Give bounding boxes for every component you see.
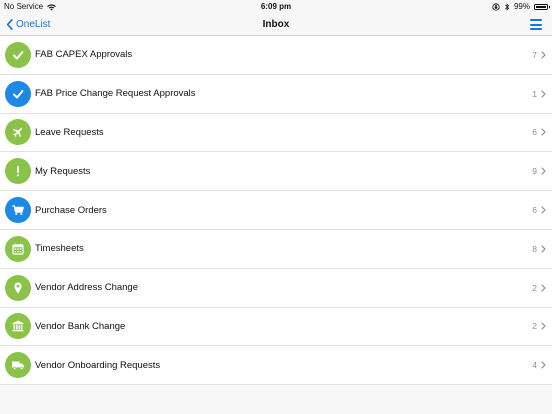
bank-icon xyxy=(5,313,31,340)
cart-icon xyxy=(5,197,31,224)
inbox-row-count: 2 xyxy=(532,321,537,332)
calendar-icon xyxy=(5,235,31,262)
chevron-right-icon xyxy=(541,51,546,59)
inbox-row[interactable]: Purchase Orders 6 xyxy=(0,191,552,230)
page-title: Inbox xyxy=(262,19,290,30)
location-pin-icon xyxy=(5,274,31,301)
status-bar: No Service 6:09 pm 99% xyxy=(0,0,552,14)
navigation-bar: OneList Inbox xyxy=(0,14,552,36)
inbox-row[interactable]: Leave Requests 6 xyxy=(0,113,552,153)
inbox-row[interactable]: Vendor Bank Change 2 xyxy=(0,307,552,347)
bluetooth-icon xyxy=(505,3,510,11)
chevron-right-icon xyxy=(541,90,546,98)
inbox-row-count: 6 xyxy=(532,127,537,138)
inbox-row-count: 1 xyxy=(532,88,537,99)
inbox-row-label: My Requests xyxy=(35,165,91,177)
inbox-row-label: Purchase Orders xyxy=(35,204,107,216)
inbox-row-label: Vendor Bank Change xyxy=(35,320,126,332)
airplane-icon xyxy=(5,119,31,146)
inbox-row[interactable]: My Requests 9 xyxy=(0,152,552,192)
check-icon xyxy=(5,80,31,107)
inbox-list: FAB CAPEX Approvals 7 FAB Price Change Req… xyxy=(0,36,552,386)
inbox-row-label: Vendor Address Change xyxy=(35,282,138,294)
chevron-right-icon xyxy=(541,128,546,137)
inbox-row-label: FAB CAPEX Approvals xyxy=(35,49,133,61)
menu-button[interactable] xyxy=(530,19,542,30)
battery-percent: 99% xyxy=(513,2,530,11)
chevron-right-icon xyxy=(541,361,546,369)
inbox-row[interactable]: FAB CAPEX Approvals 7 xyxy=(0,36,552,75)
menu-bar xyxy=(530,28,542,30)
chevron-right-icon xyxy=(541,322,546,331)
chevron-right-icon xyxy=(541,245,546,253)
inbox-row[interactable]: FAB Price Change Request Approvals 1 xyxy=(0,74,552,114)
menu-bar xyxy=(530,23,542,26)
inbox-row-count: 2 xyxy=(532,282,537,293)
status-time: 6:09 pm xyxy=(260,2,292,11)
inbox-row-count: 4 xyxy=(532,360,537,371)
inbox-row-label: Leave Requests xyxy=(35,126,104,138)
chevron-right-icon xyxy=(541,206,546,214)
truck-icon xyxy=(5,352,31,379)
inbox-row-count: 8 xyxy=(532,243,537,254)
inbox-row[interactable]: Timesheets 8 xyxy=(0,229,552,269)
inbox-row[interactable]: Vendor Address Change 2 xyxy=(0,268,552,308)
inbox-row-count: 7 xyxy=(532,49,537,60)
bottom-area xyxy=(0,404,552,414)
chevron-right-icon xyxy=(541,284,546,292)
battery-level xyxy=(536,6,546,8)
inbox-row-count: 9 xyxy=(532,166,537,177)
battery-icon xyxy=(534,4,550,10)
inbox-row-count: 6 xyxy=(532,205,537,216)
exclamation-icon xyxy=(5,158,31,185)
inbox-row[interactable]: Vendor Onboarding Requests 4 xyxy=(0,346,552,386)
menu-bar xyxy=(530,19,542,21)
inbox-row-label: FAB Price Change Request Approvals xyxy=(35,88,196,100)
status-right: 99% xyxy=(492,0,550,14)
check-icon xyxy=(5,41,31,68)
chevron-right-icon xyxy=(541,167,546,175)
inbox-row-label: Vendor Onboarding Requests xyxy=(35,359,161,371)
inbox-row-label: Timesheets xyxy=(35,243,84,255)
rotation-lock-icon xyxy=(492,3,500,11)
